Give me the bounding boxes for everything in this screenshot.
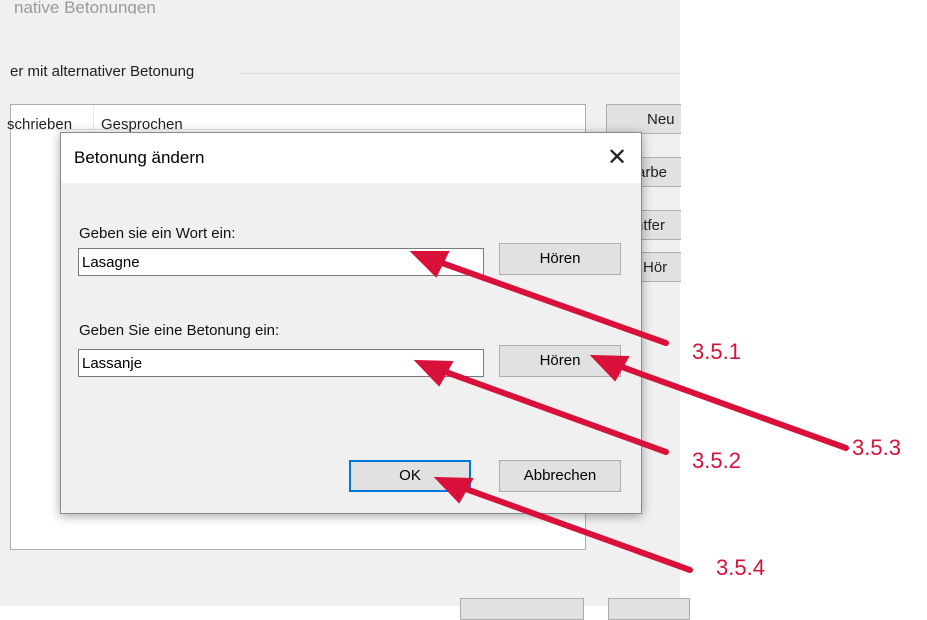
column-header-written[interactable]: schrieben [7, 116, 72, 133]
annotation-label-3-5-3: 3.5.3 [852, 435, 901, 460]
word-label: Geben sie ein Wort ein: [79, 225, 236, 242]
cancel-button[interactable]: Abbrechen [499, 460, 621, 492]
ok-button[interactable]: OK [349, 460, 471, 492]
list-header: schrieben Gesprochen [7, 105, 585, 133]
column-separator [93, 105, 94, 129]
stress-input[interactable]: Lassanje [78, 349, 484, 377]
group-label: er mit alternativer Betonung [10, 63, 195, 80]
new-button-label: Neu [647, 111, 675, 128]
bottom-button-1[interactable] [460, 598, 584, 620]
stress-label: Geben Sie eine Betonung ein: [79, 322, 280, 339]
column-header-spoken[interactable]: Gesprochen [101, 116, 183, 133]
background-window-title: native Betonungen [14, 0, 156, 14]
close-icon[interactable]: ✕ [599, 141, 635, 175]
change-stress-dialog: Betonung ändern ✕ Geben sie ein Wort ein… [60, 132, 642, 514]
dialog-title: Betonung ändern [74, 148, 205, 167]
bottom-button-2[interactable] [608, 598, 690, 620]
new-button[interactable]: Neu [606, 104, 681, 134]
annotation-label-3-5-4: 3.5.4 [716, 555, 765, 580]
word-input[interactable]: Lasagne [78, 248, 484, 276]
dialog-titlebar: Betonung ändern ✕ [61, 133, 641, 183]
hear-button-background-label: Hör [643, 259, 668, 276]
annotation-label-3-5-2: 3.5.2 [692, 448, 741, 473]
group-divider [240, 73, 680, 74]
hear-word-button[interactable]: Hören [499, 243, 621, 275]
annotation-label-3-5-1: 3.5.1 [692, 339, 741, 364]
hear-stress-button[interactable]: Hören [499, 345, 621, 377]
